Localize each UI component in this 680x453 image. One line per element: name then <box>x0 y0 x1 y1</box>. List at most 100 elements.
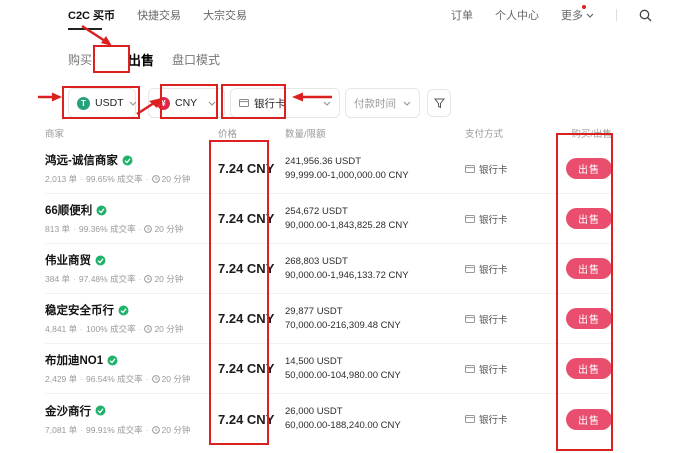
filter-button[interactable] <box>427 89 451 117</box>
chevron-down-icon <box>586 13 594 18</box>
clock-icon <box>144 225 153 233</box>
funnel-icon <box>433 98 445 108</box>
verified-icon <box>96 205 107 215</box>
sell-button[interactable]: 出售 <box>566 358 612 379</box>
limit: 90,000.00-1,946,133.72 CNY <box>285 269 409 281</box>
amount: 26,000 USDT <box>285 406 343 417</box>
payment-method: 银行卡 <box>479 164 508 176</box>
bank-card-icon <box>465 314 475 323</box>
sell-button[interactable]: 出售 <box>566 158 612 179</box>
merchant-stats: 2,429 单96.54% 成交率 20 分钟 <box>45 373 210 385</box>
nav-item-more[interactable]: 更多 <box>561 5 594 23</box>
nav-item-profile[interactable]: 个人中心 <box>495 7 539 23</box>
notification-dot <box>582 5 586 9</box>
tab-orderbook-mode[interactable]: 盘口模式 <box>172 51 220 68</box>
pay-time-value: 付款时间 <box>354 97 396 110</box>
sell-button[interactable]: 出售 <box>566 308 612 329</box>
limit: 60,000.00-188,240.00 CNY <box>285 420 401 431</box>
limit: 50,000.00-104,980.00 CNY <box>285 369 401 381</box>
payment-method: 银行卡 <box>479 364 508 376</box>
payment-method: 银行卡 <box>479 214 508 226</box>
bank-card-icon <box>465 415 475 423</box>
header-price: 价格 <box>218 129 238 140</box>
amount: 29,877 USDT <box>285 305 343 317</box>
offers-table: 商家 价格 数量/限额 支付方式 购买/出售 鸿远-诚信商家 2,013 单99… <box>45 122 612 444</box>
search-icon[interactable] <box>639 9 652 22</box>
table-row: 布加迪NO1 2,429 单96.54% 成交率 20 分钟 7.24 CNY … <box>45 344 612 394</box>
header-amount-limit: 数量/限额 <box>285 129 326 140</box>
sell-button[interactable]: 出售 <box>566 408 612 430</box>
nav-divider <box>616 9 617 21</box>
tab-buy[interactable]: 购买 <box>68 51 92 68</box>
fiat-select-value: CNY <box>175 97 198 109</box>
price: 7.24 CNY <box>218 311 275 326</box>
clock-icon <box>151 425 160 434</box>
cny-icon: ¥ <box>157 96 170 110</box>
table-row: 金沙商行 7,081 单99.91% 成交率 20 分钟 7.24 CNY 26… <box>45 394 612 444</box>
nav-item-express-trade[interactable]: 快捷交易 <box>137 7 181 23</box>
verified-icon <box>95 255 106 265</box>
bank-card-icon <box>465 164 475 173</box>
amount: 241,956.36 USDT <box>285 155 362 167</box>
nav-item-block-trade[interactable]: 大宗交易 <box>203 7 247 23</box>
table-header: 商家 价格 数量/限额 支付方式 购买/出售 <box>45 122 612 144</box>
sell-button[interactable]: 出售 <box>566 258 612 279</box>
verified-icon <box>95 405 106 416</box>
table-row: 鸿远-诚信商家 2,013 单99.65% 成交率 20 分钟 7.24 CNY… <box>45 144 612 194</box>
clock-icon <box>144 325 153 333</box>
chevron-down-icon <box>129 101 137 106</box>
nav-item-c2c[interactable]: C2C 买币 <box>68 7 115 30</box>
nav-right: 订单 个人中心 更多 <box>451 5 652 23</box>
bank-card-icon <box>465 264 475 273</box>
header-payment: 支付方式 <box>465 129 504 140</box>
nav-left: C2C 买币 快捷交易 大宗交易 <box>68 7 247 30</box>
pay-time-select[interactable]: 付款时间 <box>345 88 420 118</box>
verified-icon <box>122 155 133 165</box>
table-row: 伟业商贸 384 单97.48% 成交率 20 分钟 7.24 CNY 268,… <box>45 244 612 294</box>
payment-method: 银行卡 <box>479 415 508 426</box>
price: 7.24 CNY <box>218 211 275 226</box>
table-row: 稳定安全币行 4,841 单100% 成交率 20 分钟 7.24 CNY 29… <box>45 294 612 344</box>
price: 7.24 CNY <box>218 261 275 276</box>
verified-icon <box>107 355 118 365</box>
payment-method: 银行卡 <box>479 314 508 326</box>
clock-icon <box>151 375 160 383</box>
amount: 268,803 USDT <box>285 255 348 267</box>
tab-sell[interactable]: 出售 <box>128 50 154 69</box>
c2c-trading-page: C2C 买币 快捷交易 大宗交易 订单 个人中心 更多 购买 出售 盘口模式 T… <box>0 0 680 453</box>
fiat-select[interactable]: ¥ CNY <box>148 88 225 118</box>
payment-select-value: 银行卡 <box>254 97 286 110</box>
header-merchant: 商家 <box>45 129 65 140</box>
merchant-name[interactable]: 金沙商行 <box>45 403 91 419</box>
amount: 254,672 USDT <box>285 205 348 217</box>
verified-icon <box>118 305 129 315</box>
crypto-select[interactable]: T USDT <box>68 88 137 118</box>
filter-bar: T USDT ¥ CNY 银行卡 付款时间 <box>68 88 451 118</box>
nav-item-orders[interactable]: 订单 <box>451 7 473 23</box>
clock-icon <box>151 175 160 183</box>
header-action: 购买/出售 <box>571 129 612 140</box>
trade-tabs: 购买 出售 盘口模式 <box>68 50 246 69</box>
chevron-down-icon <box>208 101 216 106</box>
bank-card-icon <box>239 99 249 107</box>
merchant-name[interactable]: 布加迪NO1 <box>45 352 103 368</box>
merchant-stats: 813 单99.36% 成交率 20 分钟 <box>45 223 210 235</box>
payment-method: 银行卡 <box>479 264 508 276</box>
merchant-name[interactable]: 鸿远-诚信商家 <box>45 152 118 168</box>
limit: 99,999.00-1,000,000.00 CNY <box>285 169 409 181</box>
merchant-stats: 7,081 单99.91% 成交率 20 分钟 <box>45 424 210 436</box>
chevron-down-icon <box>403 101 411 106</box>
crypto-select-value: USDT <box>95 97 124 109</box>
bank-card-icon <box>465 214 475 223</box>
more-label: 更多 <box>561 10 583 22</box>
chevron-down-icon <box>323 101 331 106</box>
payment-method-select[interactable]: 银行卡 <box>230 88 340 118</box>
merchant-name[interactable]: 伟业商贸 <box>45 252 91 268</box>
merchant-stats: 4,841 单100% 成交率 20 分钟 <box>45 323 210 335</box>
merchant-name[interactable]: 稳定安全币行 <box>45 302 114 318</box>
sell-button[interactable]: 出售 <box>566 208 612 229</box>
price: 7.24 CNY <box>218 411 275 427</box>
usdt-icon: T <box>77 96 90 110</box>
amount: 14,500 USDT <box>285 355 343 367</box>
merchant-name[interactable]: 66顺便利 <box>45 202 92 218</box>
